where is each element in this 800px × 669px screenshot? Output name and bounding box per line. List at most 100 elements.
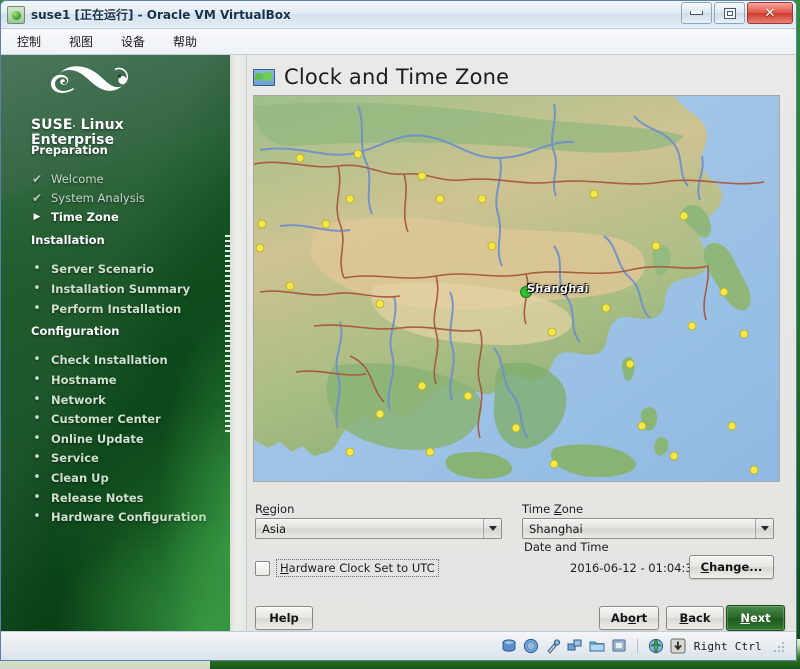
- sidebar-item-label: Clean Up: [51, 471, 109, 485]
- bullet-icon: •: [31, 305, 43, 313]
- vbox-statusbar: Right Ctrl: [1, 631, 796, 660]
- sidebar-heading-installation: Installation: [31, 233, 105, 247]
- sidebar-item-customer-center[interactable]: • Customer Center: [31, 412, 161, 426]
- map-graphic: [254, 96, 779, 481]
- yast-sidebar: SUSE. Linux Enterprise Preparation ✔ Wel…: [1, 55, 230, 633]
- window-resize-grip[interactable]: [774, 640, 786, 652]
- suse-chameleon-logo: [31, 63, 141, 115]
- virtualbox-window: suse1 [正在运行] - Oracle VM VirtualBox ✕ 控制…: [0, 0, 797, 661]
- next-button[interactable]: Next: [726, 605, 785, 631]
- vm-display: SUSE. Linux Enterprise Preparation ✔ Wel…: [1, 55, 796, 633]
- current-step-arrow-icon: ▶: [31, 212, 43, 222]
- sidebar-content-divider: [230, 55, 247, 633]
- sidebar-item-label: Perform Installation: [51, 302, 181, 316]
- virtualbox-vm-icon: [7, 6, 25, 24]
- maximize-button[interactable]: [714, 2, 745, 24]
- window-titlebar[interactable]: suse1 [正在运行] - Oracle VM VirtualBox ✕: [1, 1, 796, 29]
- hard-disk-icon[interactable]: [501, 638, 517, 654]
- sidebar-item-label: Installation Summary: [51, 282, 190, 296]
- sidebar-item-label: Welcome: [51, 172, 104, 186]
- menu-help[interactable]: 帮助: [169, 31, 201, 52]
- hardware-clock-utc-label: Hardware Clock Set to UTC: [276, 559, 439, 577]
- region-value: Asia: [256, 522, 483, 536]
- shared-folder-icon[interactable]: [589, 638, 605, 654]
- statusbar-separator: [637, 639, 638, 654]
- minimize-button[interactable]: [681, 2, 712, 24]
- usb-icon[interactable]: [545, 638, 561, 654]
- sidebar-item-installation-summary[interactable]: • Installation Summary: [31, 282, 190, 296]
- sidebar-item-label: Hostname: [51, 373, 117, 387]
- sidebar-item-online-update[interactable]: • Online Update: [31, 432, 144, 446]
- sidebar-item-service[interactable]: • Service: [31, 451, 99, 465]
- sidebar-item-check-installation[interactable]: • Check Installation: [31, 353, 168, 367]
- sidebar-item-hostname[interactable]: • Hostname: [31, 373, 117, 387]
- change-button[interactable]: Change...: [689, 555, 774, 579]
- bullet-icon: •: [31, 494, 43, 502]
- bullet-icon: •: [31, 513, 43, 521]
- menubar: 控制 视图 设备 帮助: [1, 29, 796, 55]
- help-button[interactable]: Help: [255, 606, 313, 630]
- bullet-icon: •: [31, 396, 43, 404]
- sidebar-item-release-notes[interactable]: • Release Notes: [31, 491, 143, 505]
- display-icon[interactable]: [611, 638, 627, 654]
- close-icon: ✕: [765, 7, 776, 20]
- bullet-icon: •: [31, 376, 43, 384]
- menu-devices[interactable]: 设备: [117, 31, 149, 52]
- region-select[interactable]: Asia: [255, 518, 502, 539]
- page-title-row: Clock and Time Zone: [253, 65, 509, 89]
- sidebar-item-hardware-configuration[interactable]: • Hardware Configuration: [31, 510, 207, 524]
- host-key-label: Right Ctrl: [694, 640, 762, 653]
- chevron-down-icon[interactable]: [483, 519, 501, 538]
- check-icon: ✔: [31, 172, 43, 186]
- timezone-label: Time Zone: [522, 502, 583, 516]
- close-button[interactable]: ✕: [747, 2, 793, 24]
- chevron-down-icon[interactable]: [755, 519, 773, 538]
- back-button[interactable]: Back: [666, 606, 724, 630]
- optical-disk-icon[interactable]: [523, 638, 539, 654]
- sidebar-item-label: Network: [51, 393, 106, 407]
- sidebar-item-perform-installation[interactable]: • Perform Installation: [31, 302, 181, 316]
- brand-line-1: SUSE. Linux: [31, 117, 124, 133]
- sidebar-item-label: Server Scenario: [51, 262, 154, 276]
- timezone-value: Shanghai: [523, 522, 755, 536]
- sidebar-item-label: Customer Center: [51, 412, 161, 426]
- sidebar-item-network[interactable]: • Network: [31, 393, 106, 407]
- timezone-select[interactable]: Shanghai: [522, 518, 774, 539]
- sidebar-heading-preparation: Preparation: [31, 143, 108, 157]
- sidebar-item-label: Time Zone: [51, 210, 119, 224]
- sidebar-heading-configuration: Configuration: [31, 324, 119, 338]
- bullet-icon: •: [31, 435, 43, 443]
- bullet-icon: •: [31, 285, 43, 293]
- bullet-icon: •: [31, 265, 43, 273]
- sidebar-item-label: System Analysis: [51, 191, 145, 205]
- sidebar-item-system-analysis[interactable]: ✔ System Analysis: [31, 191, 145, 205]
- bullet-icon: •: [31, 356, 43, 364]
- sidebar-item-label: Check Installation: [51, 353, 168, 367]
- bullet-icon: •: [31, 474, 43, 482]
- minimize-icon: [690, 11, 703, 15]
- yast-content-panel: Clock and Time Zone: [247, 55, 796, 633]
- sidebar-item-welcome[interactable]: ✔ Welcome: [31, 172, 104, 186]
- network-adapter-icon[interactable]: [567, 638, 583, 654]
- window-title: suse1 [正在运行] - Oracle VM VirtualBox: [31, 6, 291, 23]
- date-and-time-label: Date and Time: [524, 540, 609, 554]
- sidebar-item-label: Hardware Configuration: [51, 510, 207, 524]
- menu-control[interactable]: 控制: [13, 31, 45, 52]
- abort-button[interactable]: Abort: [599, 606, 659, 630]
- host-key-icon[interactable]: [670, 638, 686, 654]
- menu-view[interactable]: 视图: [65, 31, 97, 52]
- hardware-clock-utc-row[interactable]: Hardware Clock Set to UTC: [255, 559, 439, 577]
- sidebar-item-label: Release Notes: [51, 491, 143, 505]
- region-label: Region: [255, 502, 294, 516]
- sidebar-item-clean-up[interactable]: • Clean Up: [31, 471, 109, 485]
- sidebar-item-server-scenario[interactable]: • Server Scenario: [31, 262, 154, 276]
- maximize-icon: [724, 8, 736, 19]
- map-selected-city-label: Shanghai: [527, 282, 589, 295]
- remote-desktop-icon[interactable]: [648, 638, 664, 654]
- page-title: Clock and Time Zone: [284, 65, 509, 89]
- timezone-map[interactable]: Shanghai: [253, 95, 780, 482]
- hardware-clock-utc-checkbox[interactable]: [255, 561, 270, 576]
- sidebar-item-time-zone[interactable]: ▶ Time Zone: [31, 210, 119, 224]
- check-icon: ✔: [31, 191, 43, 205]
- world-map-icon: [253, 69, 275, 86]
